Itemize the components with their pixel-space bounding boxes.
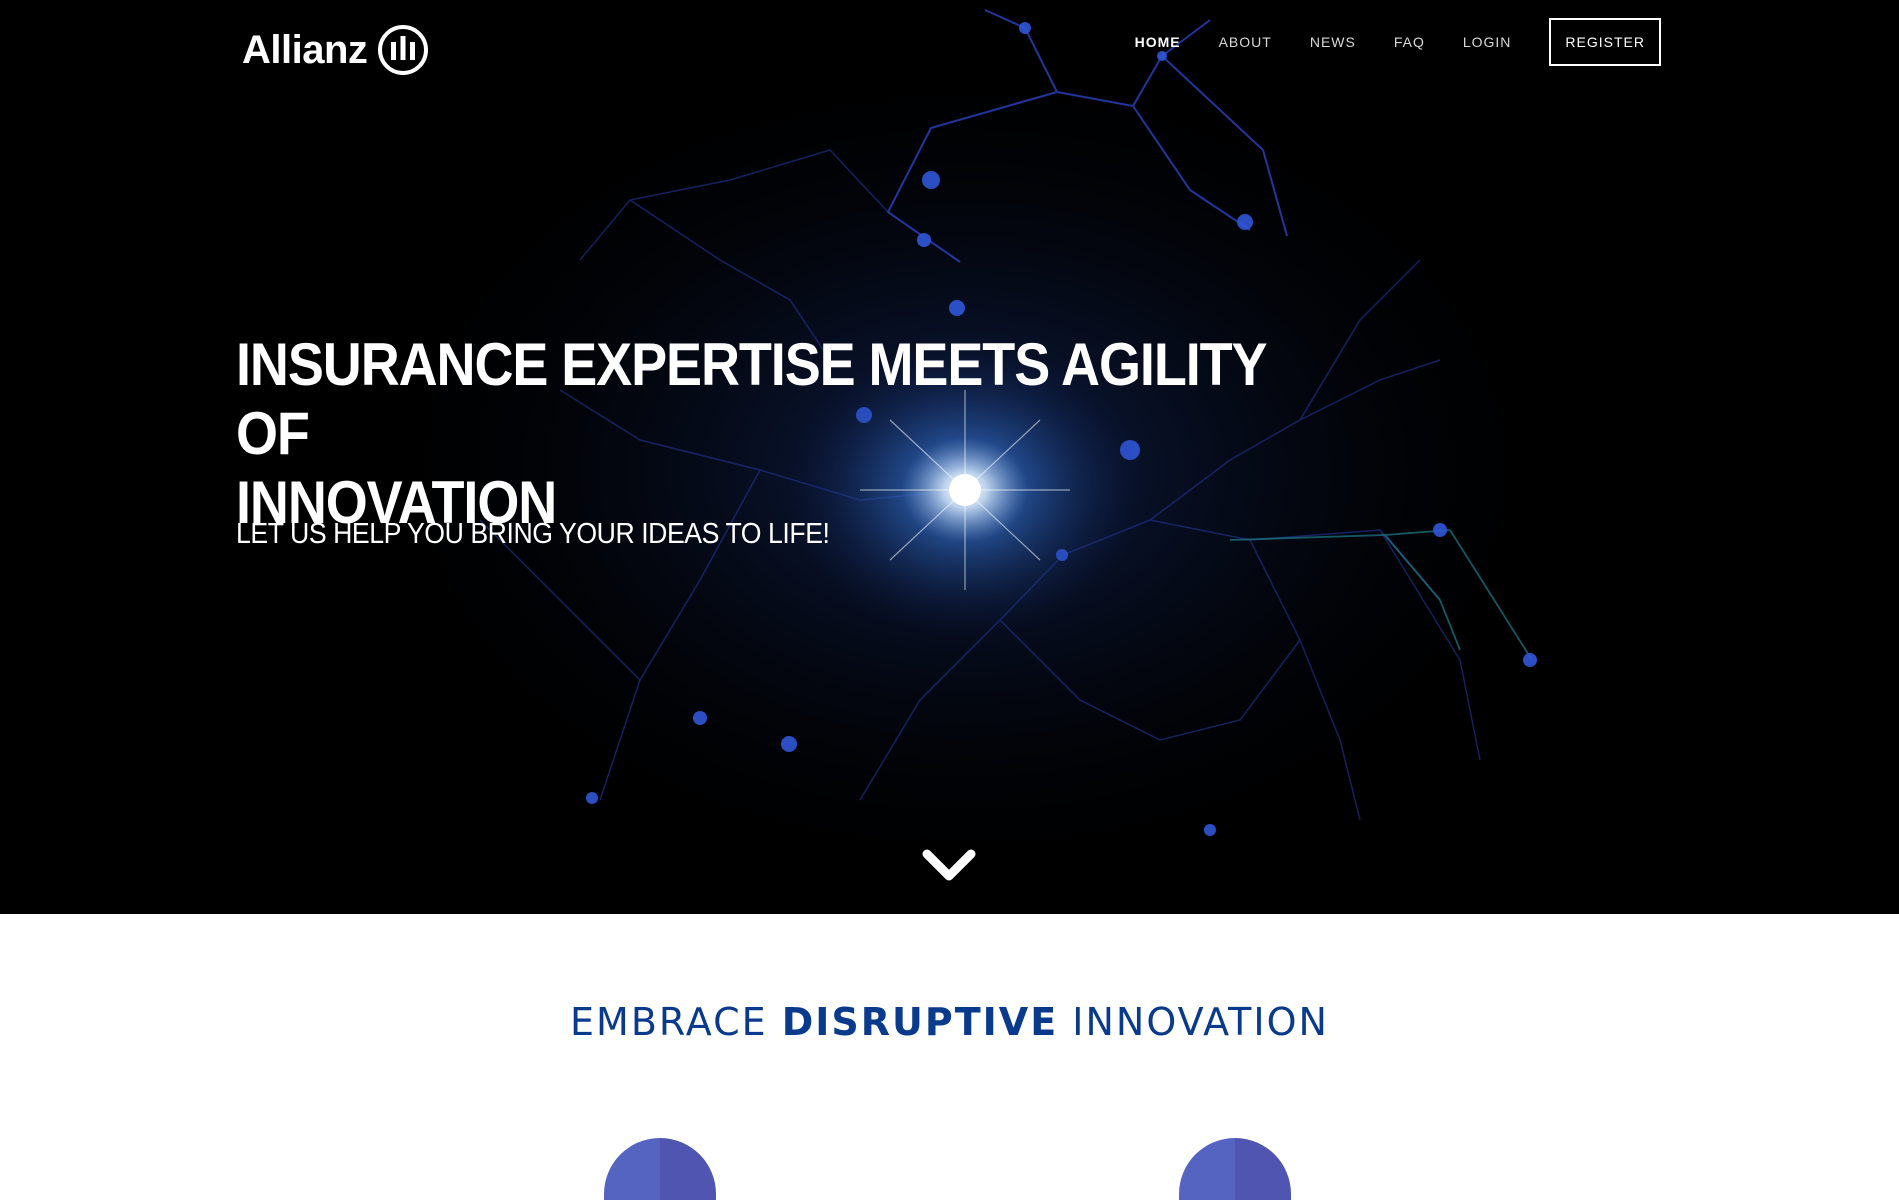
nav-item-login[interactable]: LOGIN bbox=[1463, 34, 1512, 50]
allianz-emblem-icon bbox=[378, 25, 429, 75]
section-title-part-1: EMBRACE bbox=[570, 1000, 782, 1044]
nav-item-news[interactable]: NEWS bbox=[1310, 34, 1356, 50]
section-title-part-2: INNOVATION bbox=[1058, 1000, 1329, 1044]
feature-icon-right bbox=[1179, 1138, 1291, 1200]
section-title-bold: DISRUPTIVE bbox=[781, 1000, 1059, 1044]
hero-title: INSURANCE EXPERTISE MEETS AGILITY OF INN… bbox=[236, 330, 1316, 537]
nav-item-faq[interactable]: FAQ bbox=[1394, 34, 1425, 50]
register-button[interactable]: REGISTER bbox=[1549, 18, 1661, 66]
feature-icon-left bbox=[604, 1138, 716, 1200]
hero-title-line-1: INSURANCE EXPERTISE MEETS AGILITY OF bbox=[236, 331, 1267, 467]
main-navigation: HOME ABOUT NEWS FAQ LOGIN REGISTER bbox=[1135, 18, 1661, 66]
hero-section: Allianz HOME ABOUT NEWS FAQ LOGIN REGIST… bbox=[0, 0, 1899, 914]
chevron-down-icon[interactable] bbox=[921, 846, 977, 886]
brand-name: Allianz bbox=[242, 28, 368, 72]
nav-item-home[interactable]: HOME bbox=[1135, 34, 1181, 50]
nav-item-about[interactable]: ABOUT bbox=[1219, 34, 1272, 50]
section-title: EMBRACE DISRUPTIVE INNOVATION bbox=[0, 1000, 1899, 1044]
allianz-logo[interactable]: Allianz bbox=[242, 22, 429, 78]
hero-subtitle: LET US HELP YOU BRING YOUR IDEAS TO LIFE… bbox=[236, 518, 830, 550]
